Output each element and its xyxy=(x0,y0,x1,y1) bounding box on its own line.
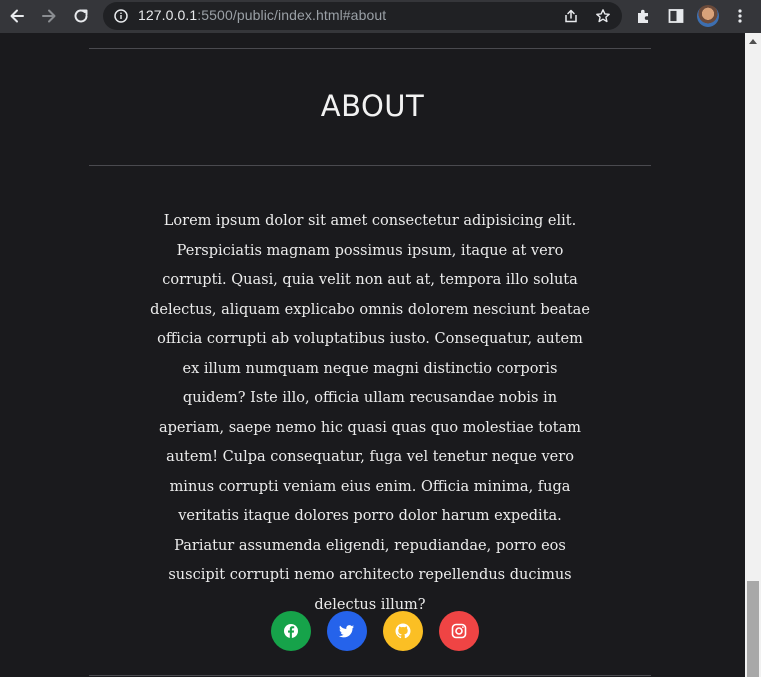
social-links xyxy=(0,611,745,651)
vertical-scrollbar[interactable] xyxy=(745,33,761,677)
about-paragraph: Lorem ipsum dolor sit amet consectetur a… xyxy=(150,213,590,613)
arrow-right-icon xyxy=(42,9,56,23)
facebook-icon xyxy=(284,624,298,639)
profile-avatar[interactable] xyxy=(697,5,719,27)
url-path: :5500/public/index.html#about xyxy=(197,7,387,23)
section-title: ABOUT xyxy=(320,89,425,123)
menu-button[interactable] xyxy=(728,4,752,28)
forward-button[interactable] xyxy=(37,4,61,28)
scrollbar-thumb[interactable] xyxy=(747,581,759,677)
github-link[interactable] xyxy=(383,611,423,651)
info-icon[interactable] xyxy=(114,9,128,23)
divider-title xyxy=(89,165,651,166)
url-text[interactable]: 127.0.0.1:5500/public/index.html#about xyxy=(138,7,386,23)
instagram-link[interactable] xyxy=(439,611,479,651)
instagram-icon xyxy=(451,623,467,639)
side-panel-button[interactable] xyxy=(664,4,688,28)
twitter-link[interactable] xyxy=(327,611,367,651)
facebook-link[interactable] xyxy=(271,611,311,651)
more-vert-icon xyxy=(738,9,742,23)
url-host: 127.0.0.1 xyxy=(138,7,198,23)
reload-button[interactable] xyxy=(69,4,93,28)
divider-top xyxy=(89,48,651,49)
twitter-icon xyxy=(339,625,354,638)
puzzle-icon xyxy=(638,9,648,23)
divider-bottom xyxy=(89,675,651,676)
side-panel-icon xyxy=(668,9,684,23)
page-viewport: ABOUT Lorem ipsum dolor sit amet consect… xyxy=(0,33,745,677)
github-icon xyxy=(395,623,411,639)
address-bar[interactable]: 127.0.0.1:5500/public/index.html#about xyxy=(103,2,622,30)
browser-toolbar: 127.0.0.1:5500/public/index.html#about xyxy=(0,0,761,33)
arrow-left-icon xyxy=(10,9,24,23)
share-icon[interactable] xyxy=(563,8,579,24)
back-button[interactable] xyxy=(5,4,29,28)
reload-icon xyxy=(74,9,88,23)
scroll-up-icon[interactable] xyxy=(749,39,757,44)
bookmark-star-icon[interactable] xyxy=(595,8,611,24)
extensions-button[interactable] xyxy=(632,4,656,28)
